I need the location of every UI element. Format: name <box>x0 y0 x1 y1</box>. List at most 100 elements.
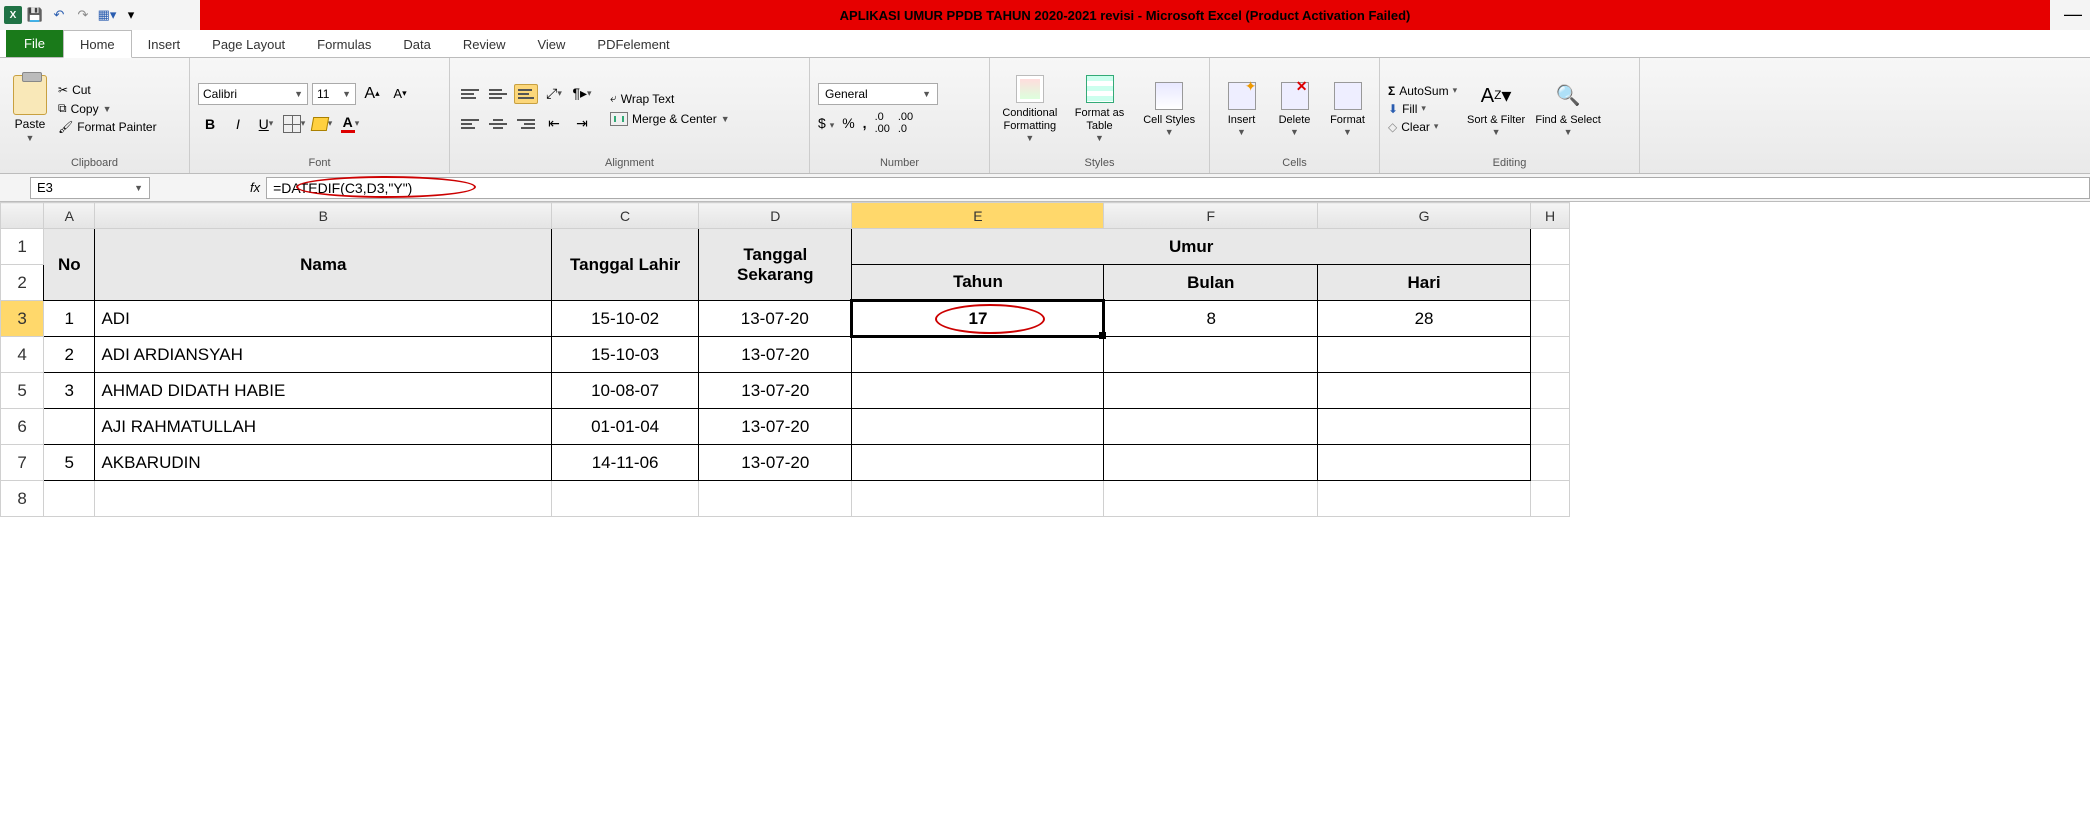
number-format-select[interactable]: General▼ <box>818 83 938 105</box>
col-header-G[interactable]: G <box>1318 203 1531 229</box>
save-icon[interactable]: 💾 <box>24 4 46 26</box>
col-header-A[interactable]: A <box>44 203 95 229</box>
cell[interactable] <box>1318 337 1531 373</box>
name-box[interactable]: E3▼ <box>30 177 150 199</box>
comma-button[interactable]: , <box>863 115 867 131</box>
col-header-B[interactable]: B <box>95 203 552 229</box>
format-cells-button[interactable]: Format▼ <box>1324 80 1371 138</box>
header-tgl-sekarang[interactable]: Tanggal Sekarang <box>699 229 852 301</box>
col-header-C[interactable]: C <box>552 203 699 229</box>
tab-data[interactable]: Data <box>387 31 446 57</box>
cell[interactable]: 13-07-20 <box>699 337 852 373</box>
tab-insert[interactable]: Insert <box>132 31 197 57</box>
paste-button[interactable]: Paste ▼ <box>8 75 52 143</box>
cell[interactable] <box>1104 337 1318 373</box>
font-name-select[interactable]: Calibri▼ <box>198 83 308 105</box>
active-cell[interactable]: 17 <box>852 301 1104 337</box>
find-select-button[interactable]: 🔍Find & Select▼ <box>1535 80 1601 138</box>
shrink-font-button[interactable]: A▾ <box>388 82 412 106</box>
align-middle-button[interactable] <box>486 84 510 104</box>
cell[interactable]: AHMAD DIDATH HABIE <box>95 373 552 409</box>
cut-button[interactable]: ✂Cut <box>58 83 157 97</box>
tab-pdfelement[interactable]: PDFelement <box>581 31 685 57</box>
cell[interactable] <box>44 481 95 517</box>
cell[interactable] <box>1531 301 1570 337</box>
row-header-1[interactable]: 1 <box>1 229 44 265</box>
border-button[interactable]: ▾ <box>282 112 306 136</box>
increase-decimal-button[interactable]: .0.00 <box>875 111 890 135</box>
cell[interactable] <box>1531 337 1570 373</box>
header-nama[interactable]: Nama <box>95 229 552 301</box>
header-hari[interactable]: Hari <box>1318 265 1531 301</box>
redo-icon[interactable]: ↷ <box>72 4 94 26</box>
cell[interactable]: ADI ARDIANSYAH <box>95 337 552 373</box>
worksheet-grid[interactable]: A B C D E F G H 1 No Nama Tanggal Lahir … <box>0 202 2090 517</box>
cell[interactable]: AKBARUDIN <box>95 445 552 481</box>
qat-more-icon[interactable]: ▾ <box>120 4 142 26</box>
undo-icon[interactable]: ↶ <box>48 4 70 26</box>
cell[interactable] <box>1104 373 1318 409</box>
tab-review[interactable]: Review <box>447 31 522 57</box>
align-top-button[interactable] <box>458 84 482 104</box>
align-right-button[interactable] <box>514 114 538 134</box>
merge-center-button[interactable]: Merge & Center ▼ <box>610 112 730 126</box>
cell[interactable]: 14-11-06 <box>552 445 699 481</box>
cell[interactable] <box>1531 229 1570 265</box>
col-header-H[interactable]: H <box>1531 203 1570 229</box>
row-header-2[interactable]: 2 <box>1 265 44 301</box>
row-header-3[interactable]: 3 <box>1 301 44 337</box>
fill-button[interactable]: ⬇ Fill ▾ <box>1388 102 1457 116</box>
sort-filter-button[interactable]: AZ▾Sort & Filter▼ <box>1463 80 1529 138</box>
copy-button[interactable]: ⧉Copy ▼ <box>58 101 157 116</box>
tab-formulas[interactable]: Formulas <box>301 31 387 57</box>
header-no[interactable]: No <box>44 229 95 301</box>
cell[interactable]: 15-10-03 <box>552 337 699 373</box>
cell[interactable] <box>699 481 852 517</box>
cell[interactable] <box>1104 445 1318 481</box>
text-direction-button[interactable]: ¶▸▾ <box>570 82 594 106</box>
cell[interactable] <box>95 481 552 517</box>
row-header-7[interactable]: 7 <box>1 445 44 481</box>
cell[interactable] <box>44 409 95 445</box>
col-header-F[interactable]: F <box>1104 203 1318 229</box>
row-header-5[interactable]: 5 <box>1 373 44 409</box>
italic-button[interactable]: I <box>226 112 250 136</box>
decrease-decimal-button[interactable]: .00.0 <box>898 111 913 135</box>
orientation-button[interactable]: ⤢▾ <box>542 82 566 106</box>
row-header-4[interactable]: 4 <box>1 337 44 373</box>
insert-cells-button[interactable]: ✦Insert▼ <box>1218 80 1265 138</box>
font-size-select[interactable]: 11▼ <box>312 83 356 105</box>
header-umur[interactable]: Umur <box>852 229 1531 265</box>
wrap-text-button[interactable]: ⤶Wrap Text <box>610 91 730 106</box>
cell[interactable]: 13-07-20 <box>699 409 852 445</box>
table-qat-icon[interactable]: ▦▾ <box>96 4 118 26</box>
fx-icon[interactable]: fx <box>250 180 260 195</box>
cell[interactable] <box>1104 409 1318 445</box>
cell[interactable]: ADI <box>95 301 552 337</box>
row-header-6[interactable]: 6 <box>1 409 44 445</box>
cell[interactable]: 1 <box>44 301 95 337</box>
font-color-button[interactable]: A▾ <box>338 112 362 136</box>
grow-font-button[interactable]: A▴ <box>360 82 384 106</box>
cell[interactable] <box>1531 445 1570 481</box>
clear-button[interactable]: ◇ Clear ▾ <box>1388 120 1457 134</box>
cell[interactable] <box>1531 265 1570 301</box>
align-left-button[interactable] <box>458 114 482 134</box>
conditional-formatting-button[interactable]: Conditional Formatting▼ <box>998 73 1062 143</box>
cell[interactable]: 10-08-07 <box>552 373 699 409</box>
cell[interactable]: 13-07-20 <box>699 445 852 481</box>
format-painter-button[interactable]: 🖌Format Painter <box>58 120 157 134</box>
cell[interactable]: 15-10-02 <box>552 301 699 337</box>
tab-view[interactable]: View <box>521 31 581 57</box>
decrease-indent-button[interactable]: ⇤ <box>542 112 566 136</box>
cell[interactable]: 13-07-20 <box>699 301 852 337</box>
formula-input[interactable]: =DATEDIF(C3,D3,"Y") <box>266 177 2090 199</box>
cell[interactable] <box>1318 445 1531 481</box>
cell[interactable] <box>852 481 1104 517</box>
cell[interactable] <box>852 373 1104 409</box>
minimize-button[interactable]: — <box>2064 4 2082 25</box>
cell-styles-button[interactable]: Cell Styles▼ <box>1137 80 1201 138</box>
delete-cells-button[interactable]: ✕Delete▼ <box>1271 80 1318 138</box>
header-bulan[interactable]: Bulan <box>1104 265 1318 301</box>
accounting-button[interactable]: $ ▾ <box>818 115 834 131</box>
